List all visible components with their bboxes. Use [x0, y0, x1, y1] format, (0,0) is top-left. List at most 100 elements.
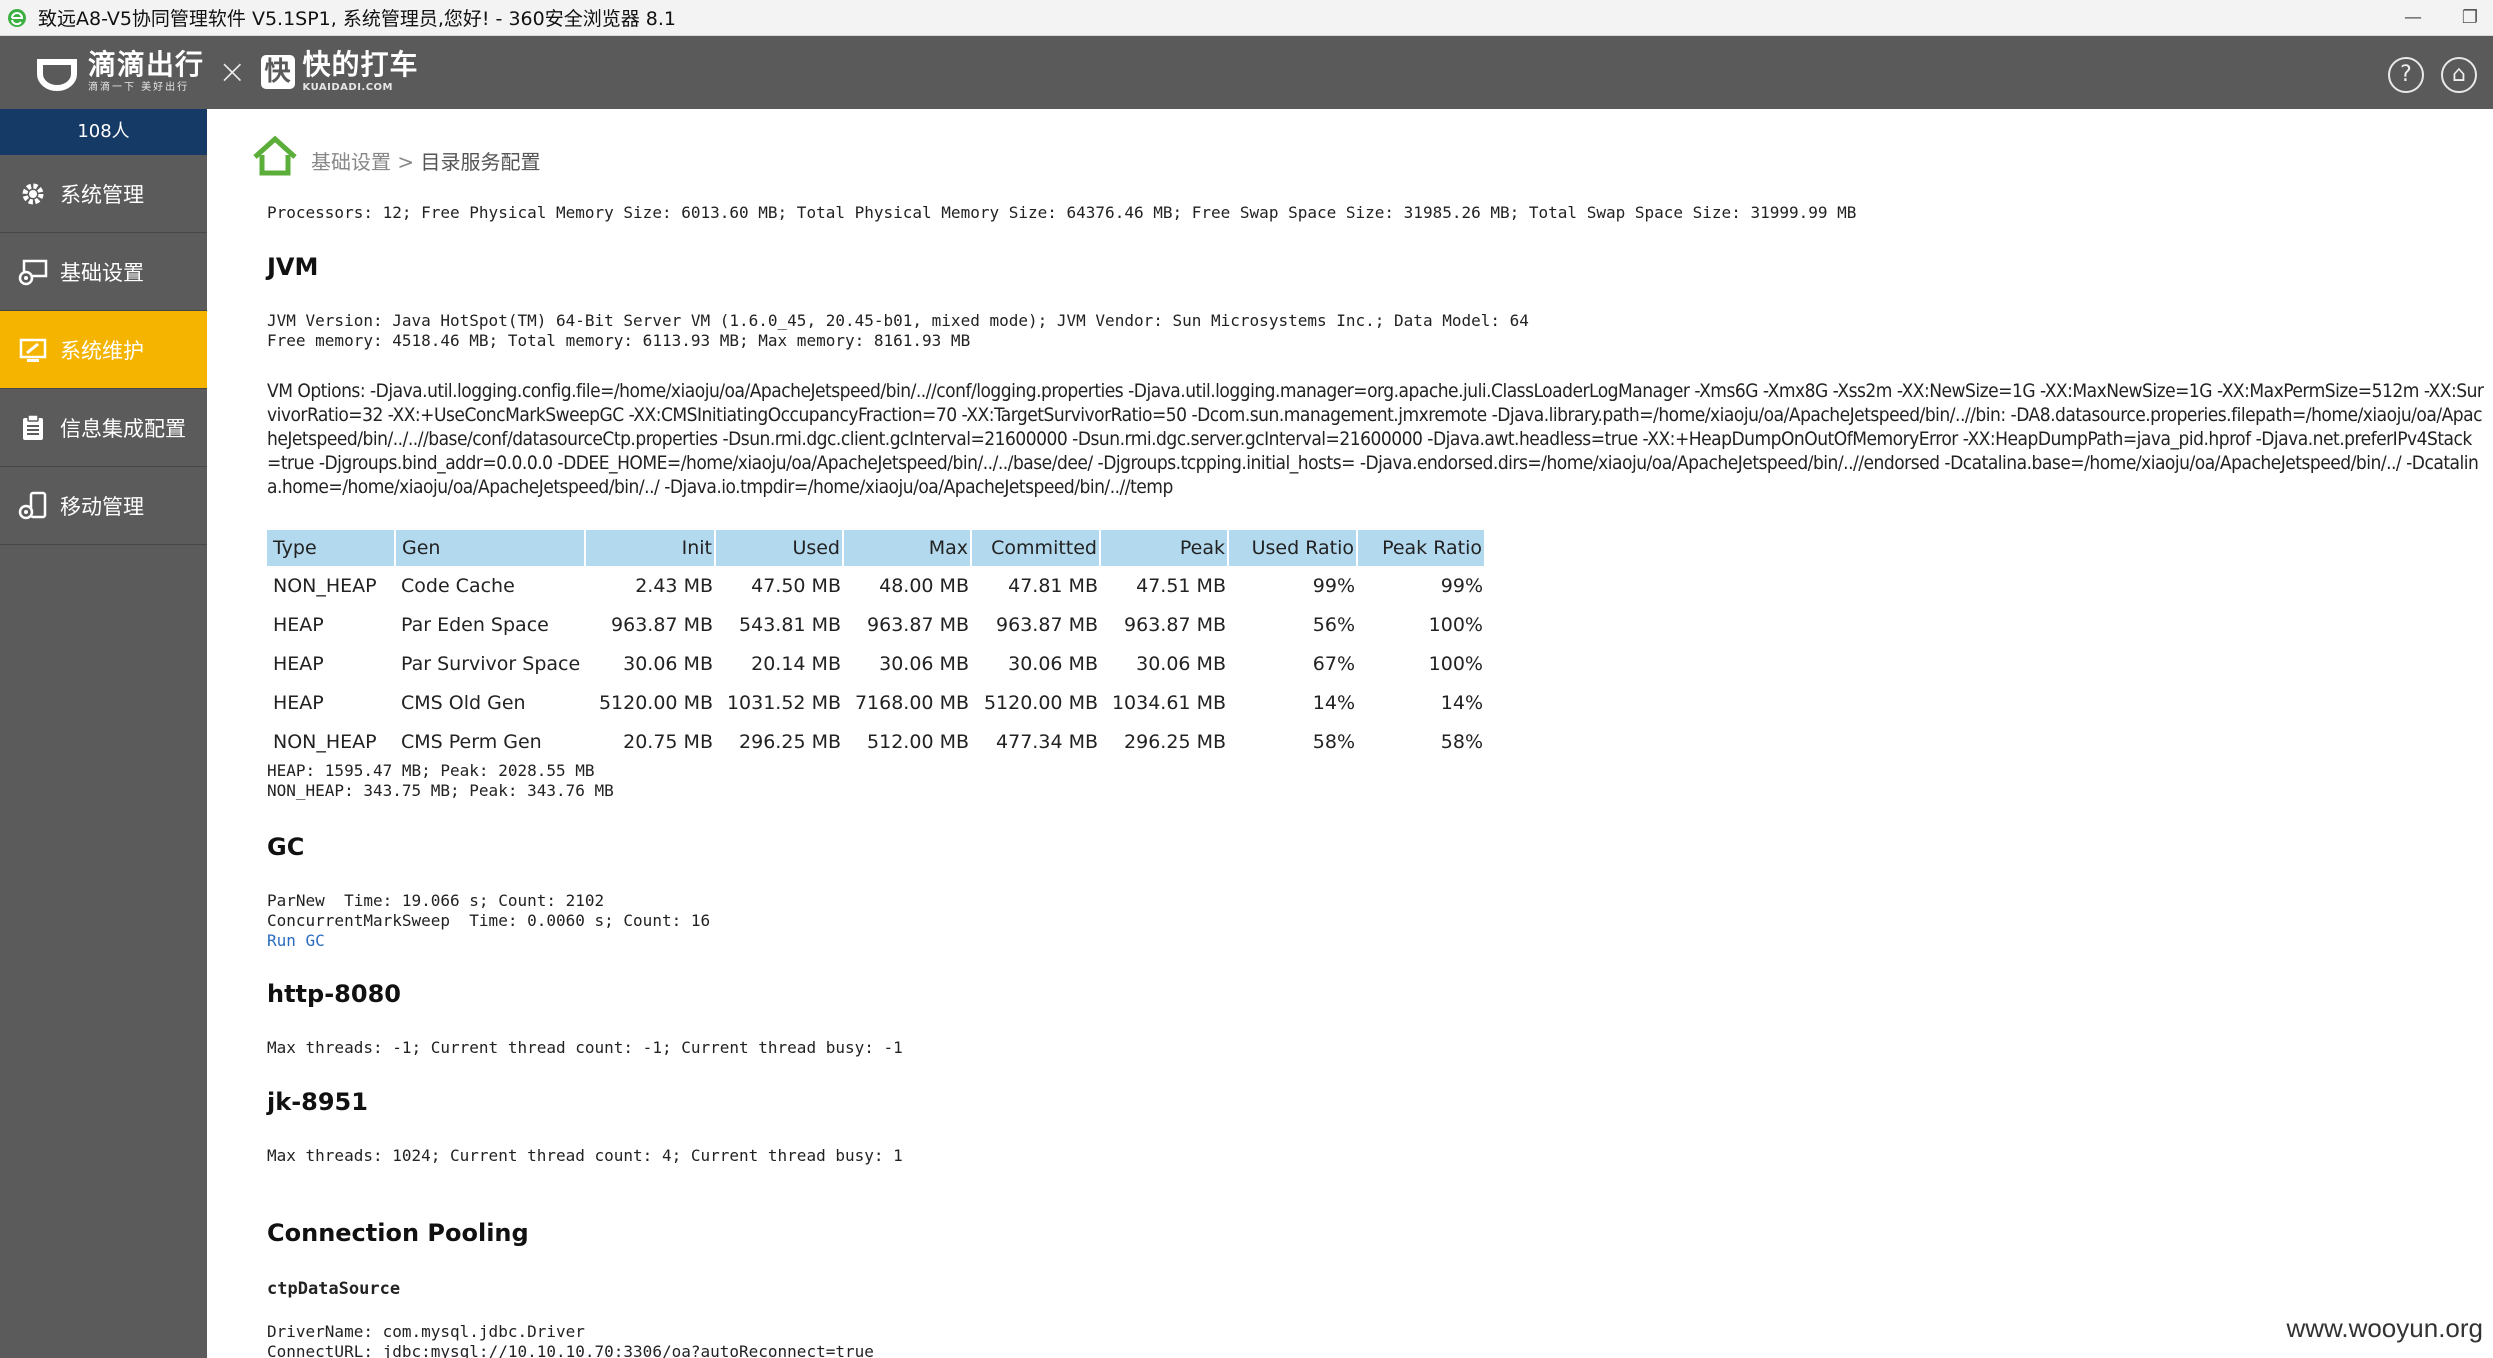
cell-committed: 477.34 MB [996, 730, 1098, 753]
sidebar-item-label: 系统维护 [60, 338, 144, 363]
gear-icon [18, 179, 48, 209]
cell-used: 47.50 MB [751, 574, 841, 597]
main-content: 基础设置 > 目录服务配置 Processors: 12; Free Physi… [207, 109, 2493, 1358]
cell-type: HEAP [273, 613, 324, 636]
brand-logos: 滴滴出行 滴滴一下 美好出行 × 快 快的打车 KUAIDADI.COM [34, 46, 419, 98]
breadcrumb-parent[interactable]: 基础设置 [311, 150, 391, 174]
driver-name: DriverName: com.mysql.jdbc.Driver [267, 1322, 585, 1341]
cell-peak-ratio: 100% [1428, 613, 1483, 636]
cell-gen: CMS Old Gen [401, 691, 526, 714]
cell-init: 30.06 MB [623, 652, 713, 675]
cell-used: 296.25 MB [739, 730, 841, 753]
clipboard-icon [18, 413, 48, 443]
sidebar-item-label: 基础设置 [60, 260, 144, 285]
cell-committed: 47.81 MB [1008, 574, 1098, 597]
jvm-heading: JVM [267, 253, 319, 281]
cell-gen: Code Cache [401, 574, 515, 597]
cell-used-ratio: 14% [1312, 691, 1355, 714]
cell-type: HEAP [273, 652, 324, 675]
kuaidi-brand-name: 快的打车 [302, 48, 419, 81]
cell-init: 2.43 MB [635, 574, 713, 597]
breadcrumb-separator: > [391, 150, 421, 174]
didi-logo-icon [37, 59, 77, 91]
column-header: Peak Ratio [1357, 530, 1486, 566]
mobile-icon [18, 491, 48, 521]
breadcrumb-home-icon[interactable] [251, 135, 299, 177]
cell-committed: 30.06 MB [1008, 652, 1098, 675]
cell-committed: 5120.00 MB [983, 691, 1098, 714]
heap-summary: HEAP: 1595.47 MB; Peak: 2028.55 MB [267, 761, 595, 780]
app-header: 滴滴出行 滴滴一下 美好出行 × 快 快的打车 KUAIDADI.COM ? ⌂ [0, 36, 2493, 109]
cell-type: NON_HEAP [273, 730, 377, 753]
column-header: Used [715, 530, 844, 566]
online-user-count: 108人 [0, 109, 207, 155]
cell-init: 20.75 MB [623, 730, 713, 753]
gc-heading: GC [267, 833, 305, 861]
jk-connector-heading: jk-8951 [267, 1088, 368, 1116]
cell-used: 1031.52 MB [726, 691, 841, 714]
cell-used-ratio: 56% [1312, 613, 1355, 636]
kuaidi-brand: 快的打车 KUAIDADI.COM [303, 51, 419, 93]
browser-logo-icon [8, 8, 26, 27]
breadcrumb-current: 目录服务配置 [420, 150, 541, 174]
sidebar-item-system-maintenance[interactable]: 系统维护 [0, 311, 207, 389]
table-row: NON_HEAP CMS Perm Gen 20.75 MB 296.25 MB… [267, 722, 1485, 761]
sidebar-item-label: 信息集成配置 [60, 416, 186, 441]
cell-gen: Par Eden Space [401, 613, 549, 636]
sidebar-item-mobile-management[interactable]: 移动管理 [0, 467, 207, 545]
cell-peak: 1034.61 MB [1111, 691, 1226, 714]
cell-init: 5120.00 MB [598, 691, 713, 714]
table-row: HEAP Par Eden Space 963.87 MB 543.81 MB … [267, 605, 1485, 644]
http-thread-info: Max threads: -1; Current thread count: -… [267, 1038, 903, 1057]
cell-used: 543.81 MB [739, 613, 841, 636]
jk-thread-info: Max threads: 1024; Current thread count:… [267, 1146, 903, 1165]
sidebar-item-system-management[interactable]: 系统管理 [0, 155, 207, 233]
connect-url: ConnectURL: jdbc:mysql://10.10.10.70:330… [267, 1342, 874, 1358]
memory-pool-table: Type Gen Init Used Max Committed Peak Us… [267, 530, 1486, 761]
table-row: NON_HEAP Code Cache 2.43 MB 47.50 MB 48.… [267, 566, 1485, 605]
run-gc-link[interactable]: Run GC [267, 931, 325, 951]
kuaidi-domain: KUAIDADI.COM [302, 82, 394, 93]
cell-type: NON_HEAP [273, 574, 377, 597]
table-row: HEAP Par Survivor Space 30.06 MB 20.14 M… [267, 644, 1485, 683]
cell-max: 7168.00 MB [854, 691, 969, 714]
datasource-name: ctpDataSource [267, 1279, 401, 1299]
cell-used-ratio: 67% [1312, 652, 1355, 675]
minimize-button[interactable]: — [2398, 6, 2428, 30]
kuaidi-logo-icon: 快 [260, 55, 295, 89]
cell-used: 20.14 MB [751, 652, 841, 675]
cell-init: 963.87 MB [611, 613, 713, 636]
help-icon[interactable]: ? [2388, 57, 2424, 93]
column-header: Max [843, 530, 972, 566]
cell-max: 512.00 MB [867, 730, 969, 753]
cell-peak: 30.06 MB [1136, 652, 1226, 675]
column-header: Gen [395, 530, 586, 566]
jvm-memory-info: Free memory: 4518.46 MB; Total memory: 6… [267, 331, 971, 350]
brand-separator: × [218, 52, 247, 92]
watermark: www.wooyun.org [2286, 1313, 2483, 1343]
sidebar-item-info-integration[interactable]: 信息集成配置 [0, 389, 207, 467]
home-icon[interactable]: ⌂ [2441, 57, 2477, 93]
cell-peak: 296.25 MB [1124, 730, 1226, 753]
maintenance-monitor-icon [18, 335, 48, 365]
column-header: Type [267, 530, 396, 566]
sidebar-item-basic-settings[interactable]: 基础设置 [0, 233, 207, 311]
cell-type: HEAP [273, 691, 324, 714]
non-heap-summary: NON_HEAP: 343.75 MB; Peak: 343.76 MB [267, 781, 614, 800]
column-header: Committed [971, 530, 1101, 566]
cell-max: 963.87 MB [867, 613, 969, 636]
cell-peak: 47.51 MB [1136, 574, 1226, 597]
sidebar-item-label: 移动管理 [60, 494, 144, 519]
restore-button[interactable]: ❐ [2455, 6, 2485, 30]
cell-committed: 963.87 MB [996, 613, 1098, 636]
browser-title-bar: 致远A8-V5协同管理软件 V5.1SP1, 系统管理员,您好! - 360安全… [0, 0, 2493, 36]
cell-peak: 963.87 MB [1124, 613, 1226, 636]
gc-cms: ConcurrentMarkSweep Time: 0.0060 s; Coun… [267, 911, 711, 930]
browser-title: 致远A8-V5协同管理软件 V5.1SP1, 系统管理员,您好! - 360安全… [38, 8, 676, 30]
table-header-row: Type Gen Init Used Max Committed Peak Us… [267, 530, 1486, 566]
settings-monitor-icon [18, 257, 48, 287]
cell-gen: Par Survivor Space [401, 652, 581, 675]
vm-options: VM Options: -Djava.util.logging.config.f… [267, 380, 2484, 498]
jvm-version-info: JVM Version: Java HotSpot(TM) 64-Bit Ser… [267, 311, 1529, 330]
table-row: HEAP CMS Old Gen 5120.00 MB 1031.52 MB 7… [267, 683, 1485, 722]
